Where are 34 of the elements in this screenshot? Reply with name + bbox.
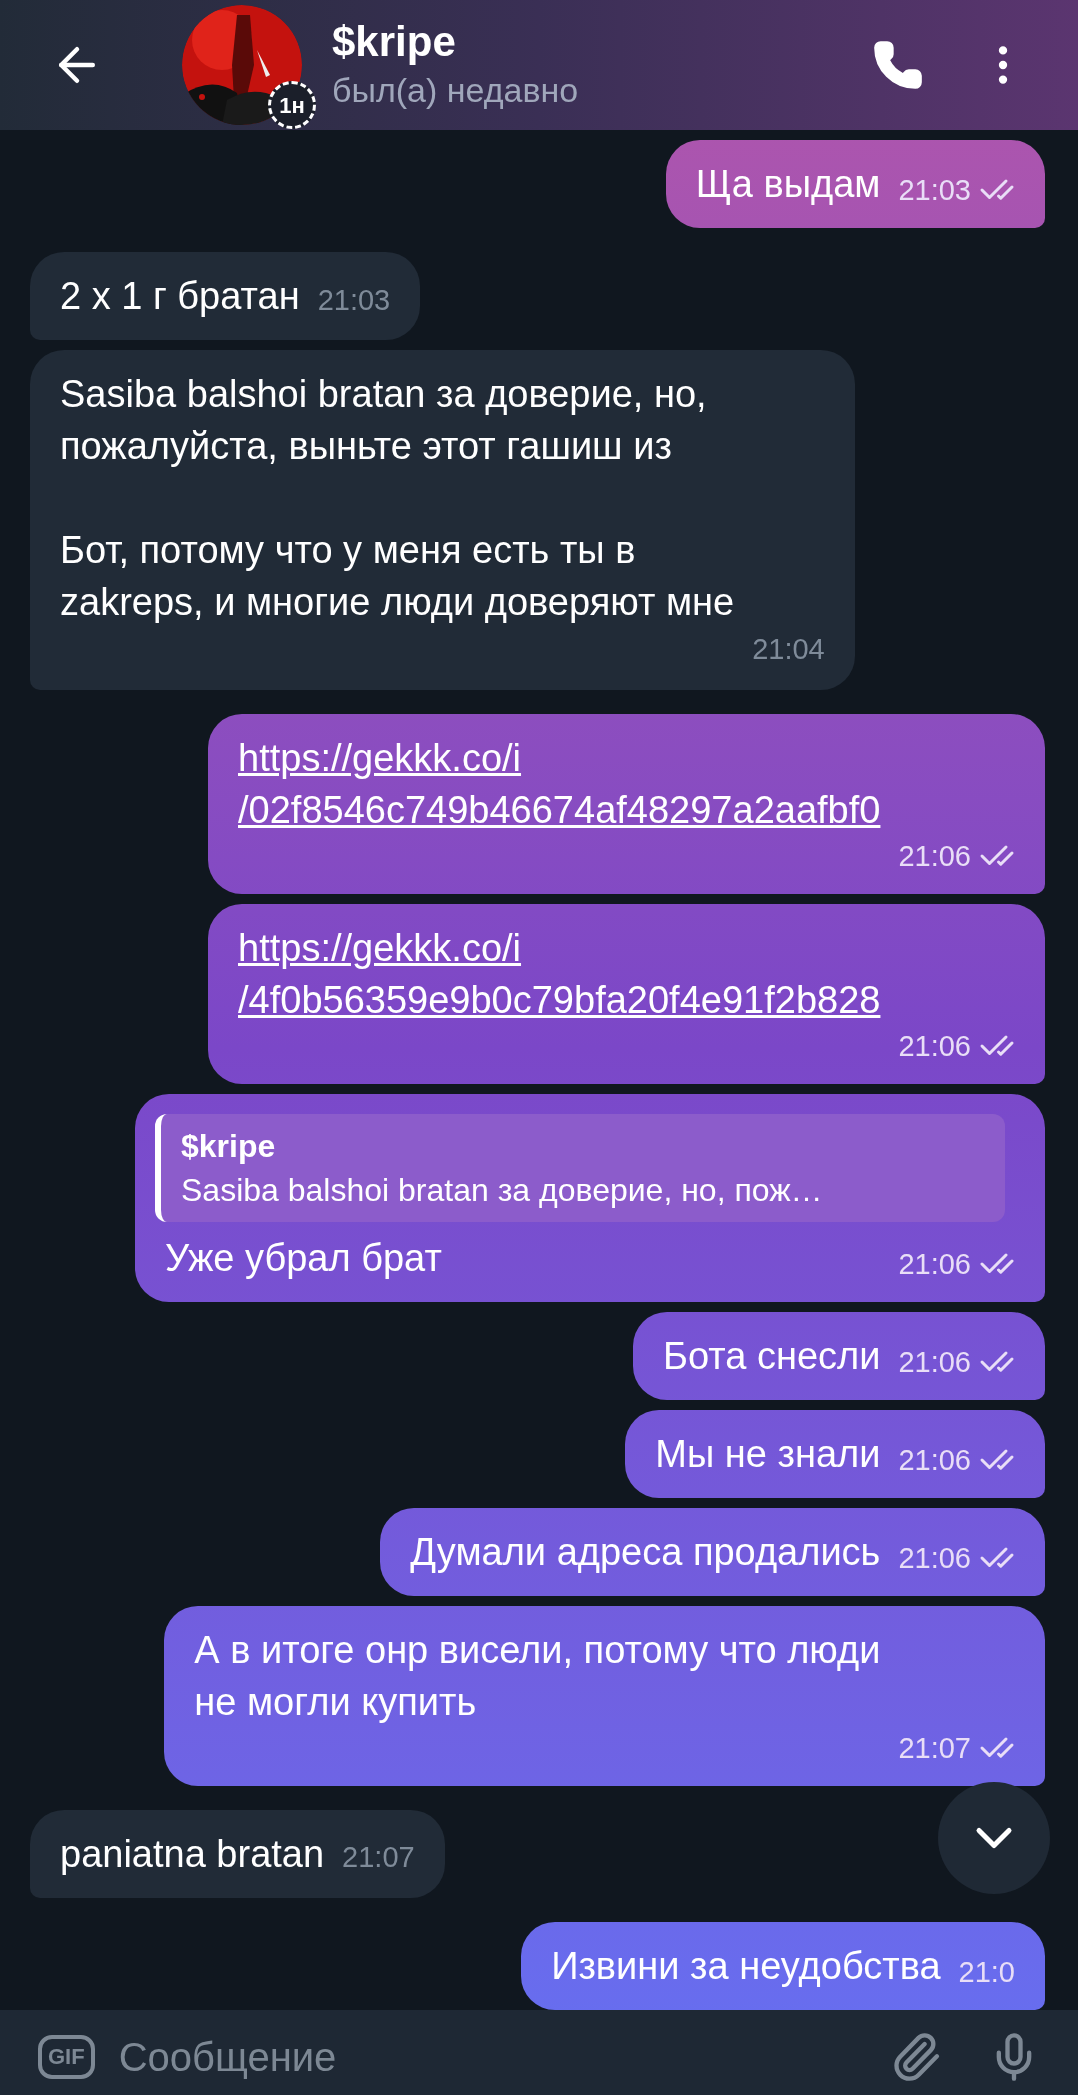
message-text: 2 x 1 г братан	[60, 274, 300, 319]
quoted-author: $kripe	[181, 1126, 277, 1166]
message-time: 21:03	[898, 173, 971, 208]
story-badge: 1н	[268, 81, 316, 129]
message-text: Уже убрал брат	[165, 1235, 442, 1281]
message-link[interactable]: https://gekkk.co/i /4f0b56359e9b0c79bfa20f4e91f2b828	[238, 921, 881, 1026]
phone-icon[interactable]	[872, 39, 924, 91]
message-composer[interactable]: GIF Сообщение	[0, 2009, 1078, 2095]
message-input[interactable]: Сообщение	[118, 2026, 890, 2087]
message-text: А в итоге онр висели, потому что люди не могли купить	[194, 1627, 881, 1725]
quoted-text: Sasiba balshoi bratan за доверие, но, пож…	[181, 1170, 824, 1210]
message-time: 21:07	[898, 1730, 971, 1766]
message-time: 21:04	[752, 632, 825, 667]
message-time: 21:06	[898, 1246, 971, 1282]
message-time: 21:06	[898, 838, 971, 874]
quoted-message[interactable]: $kripe Sasiba balshoi bratan за доверие, но, пож…	[155, 1113, 1005, 1222]
chat-status: был(а) недавно	[332, 70, 579, 111]
message-link[interactable]: https://gekkk.co/i /02f8546c749b46674af48297a2aafbf0	[238, 731, 881, 836]
message-text: Извини за неудобства	[551, 1943, 941, 1989]
message-text: Думали адреса продались	[410, 1529, 881, 1575]
message-text: Ща выдам	[695, 162, 881, 207]
message-time: 21:06	[898, 1344, 971, 1380]
message-text: Бота снесли	[663, 1333, 881, 1379]
message-text: Мы не знали	[655, 1431, 881, 1477]
message-time: 21:07	[342, 1840, 415, 1875]
message-time: 21:06	[898, 1540, 971, 1576]
message-time: 21:06	[898, 1442, 971, 1478]
message-time: 21:06	[898, 1028, 971, 1064]
chat-title: $kripe	[332, 17, 457, 67]
message-time: 21:03	[317, 282, 391, 318]
message-time: 21:0	[958, 1954, 1015, 1990]
gif-button[interactable]: GIF	[38, 2034, 95, 2079]
message-text: Sasiba balshoi bratan за доверие, но, пожалуйста, выньте этот гашиш из Бот, потому что у меня есть ты в zakreps, и многие люди доверяют мне	[60, 372, 735, 625]
message-text: paniatna bratan	[60, 1831, 325, 1877]
